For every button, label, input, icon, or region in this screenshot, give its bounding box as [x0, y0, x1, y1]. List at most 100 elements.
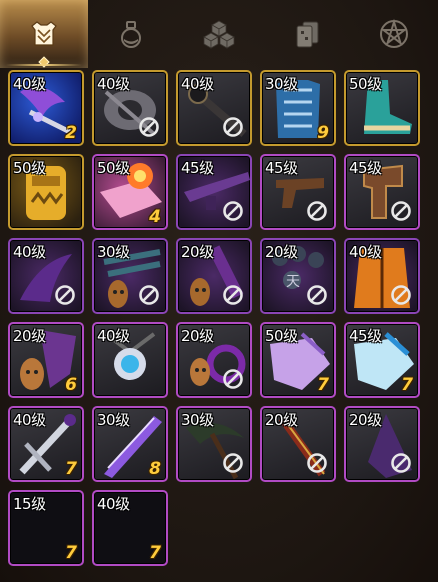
cubes-icon [203, 20, 235, 49]
item-slot[interactable]: 40级 7 [8, 406, 84, 482]
item-level-label: 20级 [181, 243, 214, 261]
item-level-label: 40级 [97, 327, 130, 345]
item-level-label: 50级 [97, 159, 130, 177]
banned-icon [391, 201, 411, 221]
item-level-label: 20级 [13, 327, 46, 345]
item-level-label: 30级 [97, 411, 130, 429]
item-count: 7 [65, 459, 77, 479]
banned-icon [307, 201, 327, 221]
item-count: 7 [401, 375, 413, 395]
unusable-icon [390, 284, 412, 306]
item-count: 7 [149, 543, 161, 563]
unusable-icon [138, 284, 160, 306]
item-slot[interactable]: 天 20级 [260, 238, 336, 314]
potion-icon [121, 21, 142, 48]
item-level-label: 40级 [13, 75, 46, 93]
item-level-label: 30级 [97, 243, 130, 261]
item-slot[interactable]: 20级 [260, 406, 336, 482]
item-level-label: 30级 [265, 75, 298, 93]
item-level-label: 45级 [181, 159, 214, 177]
banned-icon [391, 453, 411, 473]
banned-icon [139, 117, 159, 137]
item-slot[interactable]: 40级 [92, 70, 168, 146]
item-slot[interactable]: 40级 [92, 322, 168, 398]
tab-equipment[interactable] [0, 0, 88, 68]
item-slot[interactable]: 20级 [344, 406, 420, 482]
tab-stars[interactable] [350, 0, 438, 68]
banned-icon [223, 117, 243, 137]
banned-icon [223, 453, 243, 473]
item-level-label: 50级 [13, 159, 46, 177]
banned-icon [391, 285, 411, 305]
item-slot[interactable]: 15级 7 [8, 490, 84, 566]
item-slot[interactable]: 50级 [8, 154, 84, 230]
item-slot[interactable]: 30级 [176, 406, 252, 482]
unusable-icon [222, 368, 244, 390]
item-slot[interactable]: 45级 7 [344, 322, 420, 398]
banned-icon [139, 285, 159, 305]
item-slot[interactable]: 45级 [176, 154, 252, 230]
banned-icon [223, 369, 243, 389]
item-level-label: 50级 [349, 75, 382, 93]
item-slot[interactable]: 30级 8 [92, 406, 168, 482]
item-slot[interactable]: 40级 7 [92, 490, 168, 566]
tab-cards[interactable] [263, 0, 351, 68]
item-level-label: 15级 [13, 495, 46, 513]
svg-text:天: 天 [286, 274, 300, 290]
banned-icon [307, 453, 327, 473]
item-level-label: 40级 [97, 75, 130, 93]
item-slot[interactable]: 20级 [176, 322, 252, 398]
item-slot[interactable]: 40级 [8, 238, 84, 314]
banned-icon [223, 285, 243, 305]
banned-icon [223, 201, 243, 221]
category-tabs [0, 0, 438, 68]
unusable-icon [222, 200, 244, 222]
unusable-icon [306, 200, 328, 222]
tab-potion[interactable] [88, 0, 176, 68]
item-level-label: 50级 [265, 327, 298, 345]
item-slot[interactable]: 50级 [344, 70, 420, 146]
tab-materials[interactable] [175, 0, 263, 68]
pentagram-icon [380, 18, 409, 48]
unusable-icon [306, 452, 328, 474]
item-slot[interactable]: 40级 [344, 238, 420, 314]
unusable-icon [54, 284, 76, 306]
item-count: 8 [149, 459, 161, 479]
unusable-icon [306, 284, 328, 306]
item-count: 2 [65, 123, 77, 143]
item-slot[interactable]: 40级 2 [8, 70, 84, 146]
item-grid: 40级 2 40级 40级 30级 9 50级 50级 50级 4 45级 45级 45级 40级 30级 2… [8, 70, 438, 580]
banned-icon [307, 285, 327, 305]
item-slot[interactable]: 45级 [260, 154, 336, 230]
item-level-label: 40级 [13, 411, 46, 429]
item-slot[interactable]: 20级 6 [8, 322, 84, 398]
item-slot[interactable]: 50级 7 [260, 322, 336, 398]
item-level-label: 45级 [349, 159, 382, 177]
item-level-label: 20级 [181, 327, 214, 345]
item-count: 7 [65, 543, 77, 563]
unusable-icon [138, 116, 160, 138]
item-slot[interactable]: 40级 [176, 70, 252, 146]
item-level-label: 20级 [265, 411, 298, 429]
unusable-icon [222, 284, 244, 306]
item-level-label: 40级 [13, 243, 46, 261]
item-slot[interactable]: 30级 [92, 238, 168, 314]
item-slot[interactable]: 50级 4 [92, 154, 168, 230]
unusable-icon [390, 200, 412, 222]
item-level-label: 30级 [181, 411, 214, 429]
item-slot[interactable]: 20级 [176, 238, 252, 314]
armor-icon [30, 21, 57, 46]
item-count: 4 [149, 207, 161, 227]
item-level-label: 45级 [349, 327, 382, 345]
item-level-label: 40级 [349, 243, 382, 261]
item-slot[interactable]: 45级 [344, 154, 420, 230]
item-level-label: 45级 [265, 159, 298, 177]
item-count: 6 [65, 375, 77, 395]
item-count: 9 [317, 123, 329, 143]
cards-icon [296, 21, 319, 48]
item-level-label: 40级 [97, 495, 130, 513]
item-count: 7 [317, 375, 329, 395]
unusable-icon [222, 116, 244, 138]
active-tab-marker [38, 56, 50, 68]
item-slot[interactable]: 30级 9 [260, 70, 336, 146]
